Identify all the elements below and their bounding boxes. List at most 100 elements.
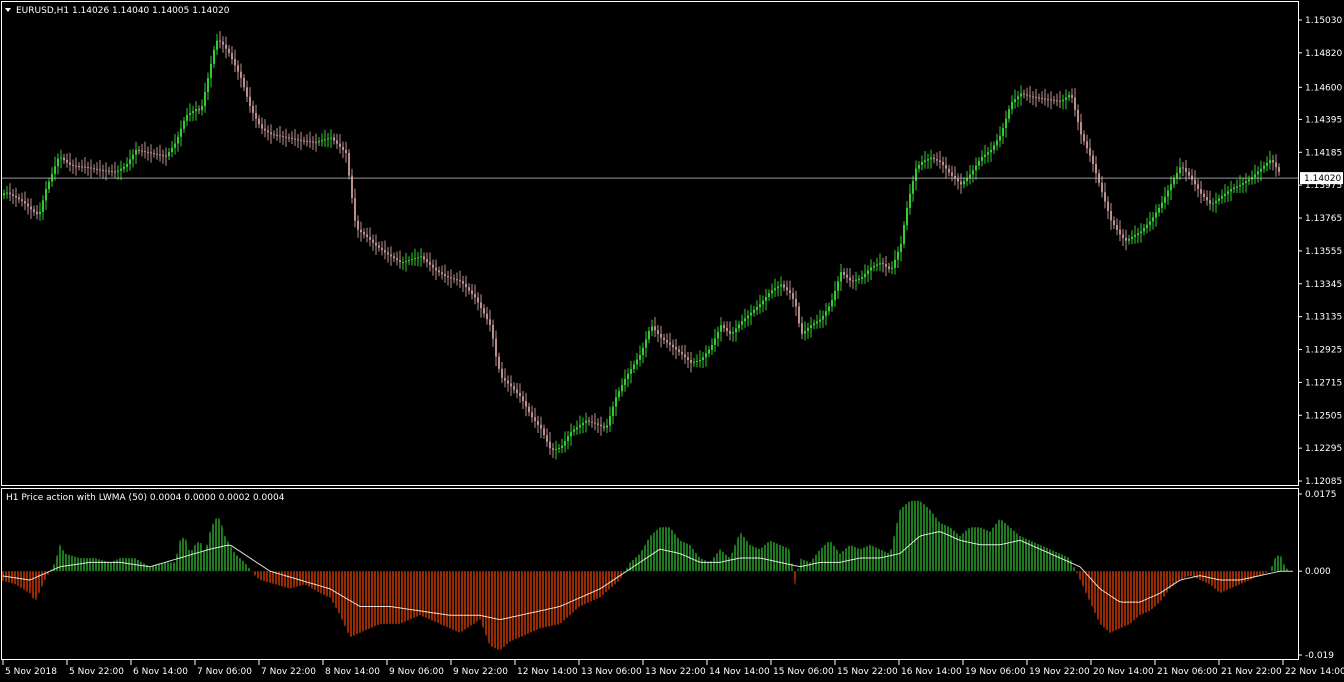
candle-body [624, 378, 626, 386]
candle-body [1125, 237, 1127, 241]
candle-body [870, 267, 872, 271]
candle-body [795, 298, 797, 307]
candle-body [858, 278, 860, 280]
candle-body [177, 136, 179, 144]
candle-body [1245, 181, 1247, 184]
candle-body [312, 141, 314, 143]
candle-body [591, 421, 593, 423]
candle-body [429, 262, 431, 265]
candle-body [300, 139, 302, 141]
candle-body [543, 428, 545, 436]
candle-body [45, 189, 47, 201]
candle-body [792, 292, 794, 299]
candle-body [564, 441, 566, 446]
candle-body [1140, 231, 1142, 234]
y-tick-label: 1.13345 [1305, 280, 1342, 290]
candle-body [1104, 192, 1106, 202]
candle-body [969, 174, 971, 178]
candle-body [135, 149, 137, 155]
candle-body [54, 166, 56, 174]
candle-body [210, 63, 212, 78]
candle-body [636, 359, 638, 365]
candle-body [399, 260, 401, 263]
candle-body [978, 160, 980, 166]
candle-body [540, 424, 542, 429]
candle-body [93, 168, 95, 170]
candle-body [513, 386, 515, 390]
candle-body [78, 166, 80, 168]
x-tick-label: 9 Nov 22:00 [453, 667, 508, 677]
candle-body [828, 306, 830, 312]
candle-body [189, 112, 191, 115]
candle-body [489, 319, 491, 325]
candle-body [762, 300, 764, 305]
candle-body [435, 267, 437, 271]
candle-body [240, 71, 242, 78]
candle-body [120, 168, 122, 171]
candle-body [1185, 168, 1187, 172]
candle-body [1257, 171, 1259, 175]
candle-body [171, 147, 173, 152]
candle-body [1113, 220, 1115, 226]
candle-body [183, 120, 185, 129]
candle-body [912, 180, 914, 194]
candle-body [576, 427, 578, 430]
candle-body [798, 306, 800, 324]
candle-body [147, 151, 149, 153]
candle-body [558, 447, 560, 449]
candle-body [1131, 236, 1133, 239]
candle-body [123, 166, 125, 169]
candle-body [258, 118, 260, 125]
candle-body [105, 170, 107, 172]
candle-body [1254, 174, 1256, 178]
candle-body [393, 256, 395, 259]
candle-body [57, 158, 59, 167]
candle-body [330, 137, 332, 139]
candle-body [504, 377, 506, 381]
y-tick-label: 1.12085 [1305, 477, 1342, 487]
candle-body [246, 87, 248, 97]
candle-body [21, 199, 23, 201]
x-tick-label: 9 Nov 06:00 [389, 667, 444, 677]
candle-body [495, 338, 497, 357]
candle-body [1002, 128, 1004, 136]
candle-body [1077, 109, 1079, 123]
candle-body [627, 373, 629, 379]
candle-body [378, 245, 380, 248]
candle-body [225, 44, 227, 49]
candle-body [207, 77, 209, 93]
candle-body [732, 332, 734, 334]
candle-body [396, 258, 398, 261]
candle-body [741, 321, 743, 325]
candle-body [66, 160, 68, 163]
y-tick-label: 1.14185 [1305, 148, 1342, 158]
candle-body [927, 159, 929, 161]
candle-body [1014, 99, 1016, 103]
candle-body [39, 211, 41, 215]
candle-body [339, 143, 341, 147]
candle-body [861, 277, 863, 279]
candle-body [3, 193, 5, 196]
candle-body [24, 200, 26, 204]
candle-body [984, 154, 986, 157]
x-tick-label: 15 Nov 22:00 [837, 667, 898, 677]
candle-body [180, 128, 182, 137]
candle-body [465, 283, 467, 288]
candle-body [1056, 100, 1058, 102]
candle-body [342, 146, 344, 150]
candle-body [1038, 97, 1040, 99]
candle-body [630, 369, 632, 374]
candle-body [684, 354, 686, 358]
candle-body [1224, 193, 1226, 197]
candle-body [102, 170, 104, 172]
candle-body [717, 331, 719, 339]
candle-body [114, 171, 116, 173]
candle-body [411, 259, 413, 261]
candle-body [483, 308, 485, 314]
indicator-header: H1 Price action with LWMA (50) 0.0004 0.… [6, 493, 285, 503]
candle-body [270, 132, 272, 135]
candle-body [906, 207, 908, 226]
candle-body [420, 256, 422, 258]
candle-body [573, 429, 575, 432]
candle-body [249, 96, 251, 107]
